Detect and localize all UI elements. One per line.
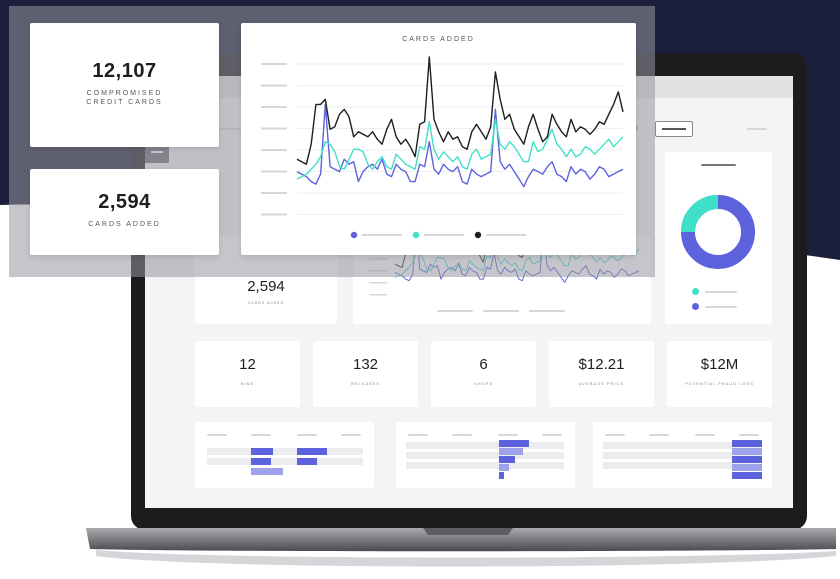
y-tick-placeholder [261, 170, 287, 173]
legend-label-2 [424, 234, 464, 236]
legend-label-1 [362, 234, 402, 236]
y-tick-placeholder [261, 84, 287, 87]
legend-dot-2 [412, 231, 420, 239]
cards-added-value: 2,594 [98, 191, 151, 213]
y-tick-placeholder [261, 213, 287, 216]
main-chart-series-1 [296, 103, 624, 188]
compromised-cards-value: 12,107 [92, 60, 157, 82]
y-tick-placeholder [261, 149, 287, 151]
main-chart-series-3 [296, 56, 624, 165]
y-tick-placeholder [261, 106, 287, 108]
compromised-cards-label-line1: COMPROMISED [86, 90, 163, 97]
compromised-cards-label-line2: CREDIT CARDS [86, 99, 163, 106]
cards-added-line-chart [261, 56, 624, 239]
cards-added-card: 2,594 CARDS ADDED [30, 169, 219, 255]
legend-dot-1 [350, 231, 358, 239]
y-tick-placeholder [261, 127, 287, 130]
cards-added-label: CARDS ADDED [88, 221, 161, 228]
y-tick-placeholder [261, 63, 287, 65]
legend-dot-3 [474, 231, 482, 239]
cards-added-chart-card: CARDS ADDED [241, 23, 636, 255]
legend-label-3 [486, 234, 526, 236]
y-tick-placeholder [261, 192, 287, 194]
compromised-cards-card: 12,107 COMPROMISED CREDIT CARDS [30, 23, 219, 147]
